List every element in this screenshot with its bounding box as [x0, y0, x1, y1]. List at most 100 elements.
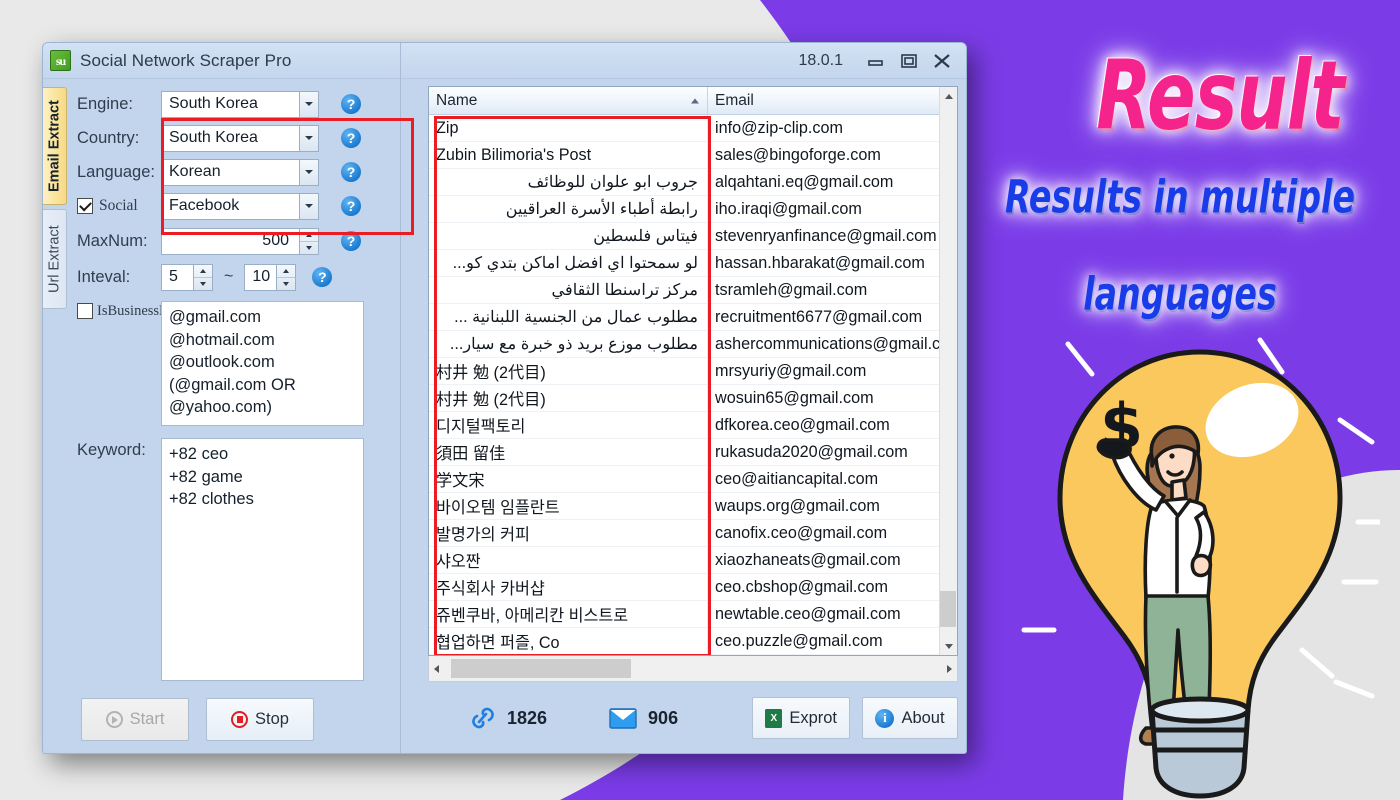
- table-row[interactable]: 바이오템 임플란트: [429, 493, 707, 520]
- country-select[interactable]: South Korea: [161, 124, 319, 152]
- table-row[interactable]: waups.org@gmail.com: [708, 493, 957, 520]
- table-row[interactable]: 村井 勉 (2代目): [429, 385, 707, 412]
- stepper-down-icon[interactable]: [194, 278, 212, 290]
- social-checkbox[interactable]: [77, 198, 93, 214]
- chevron-down-icon[interactable]: [299, 90, 319, 118]
- keyword-textarea[interactable]: +82 ceo +82 game +82 clothes: [161, 438, 364, 681]
- lightbulb-illustration: $: [1021, 337, 1380, 799]
- interval-max-stepper[interactable]: [276, 263, 297, 291]
- scroll-left-icon[interactable]: [434, 664, 439, 673]
- column-header-email[interactable]: Email: [708, 87, 957, 114]
- table-row[interactable]: ceo@aitiancapital.com: [708, 466, 957, 493]
- table-row[interactable]: xiaozhaneats@gmail.com: [708, 547, 957, 574]
- about-button-label: About: [901, 708, 945, 727]
- vertical-scroll-thumb[interactable]: [940, 591, 956, 627]
- engine-value: South Korea: [169, 95, 258, 112]
- table-row[interactable]: 学文宋: [429, 466, 707, 493]
- language-select[interactable]: Korean: [161, 158, 319, 186]
- table-row[interactable]: mrsyuriy@gmail.com: [708, 358, 957, 385]
- chevron-down-icon[interactable]: [299, 158, 319, 186]
- maxnum-input[interactable]: 500: [161, 227, 319, 255]
- engine-help-icon[interactable]: ?: [341, 94, 361, 114]
- stepper-up-icon[interactable]: [277, 265, 296, 278]
- table-row[interactable]: فيتاس فلسطين: [429, 223, 707, 250]
- table-row[interactable]: rukasuda2020@gmail.com: [708, 439, 957, 466]
- table-row[interactable]: info@zip-clip.com: [708, 115, 957, 142]
- interval-min-stepper[interactable]: [193, 263, 213, 291]
- play-icon: [105, 711, 123, 728]
- table-row[interactable]: newtable.ceo@gmail.com: [708, 601, 957, 628]
- language-value: Korean: [169, 163, 221, 180]
- stepper-down-icon[interactable]: [277, 278, 295, 290]
- grid-vertical-scrollbar[interactable]: [939, 87, 957, 655]
- table-row[interactable]: canofix.ceo@gmail.com: [708, 520, 957, 547]
- maxnum-stepper[interactable]: [299, 227, 319, 255]
- country-help-icon[interactable]: ?: [341, 128, 361, 148]
- table-row[interactable]: 쥬벤쿠바, 아메리칸 비스트로: [429, 601, 707, 628]
- horizontal-scroll-thumb[interactable]: [451, 659, 631, 678]
- scroll-down-icon[interactable]: [940, 637, 958, 655]
- table-row[interactable]: مركز تراسنطا الثقافي: [429, 277, 707, 304]
- grid-horizontal-scrollbar[interactable]: [428, 656, 958, 682]
- minimize-icon[interactable]: [859, 49, 892, 73]
- table-row[interactable]: sales@bingoforge.com: [708, 142, 957, 169]
- engine-select[interactable]: South Korea: [161, 90, 319, 118]
- stop-button-label: Stop: [255, 710, 289, 728]
- table-row[interactable]: رابطة أطباء الأسرة العراقيين: [429, 196, 707, 223]
- interval-min-input[interactable]: 5: [161, 263, 213, 291]
- export-button[interactable]: X Exprot: [752, 697, 850, 739]
- table-row[interactable]: Zip: [429, 115, 707, 142]
- social-help-icon[interactable]: ?: [341, 196, 361, 216]
- stepper-up-icon[interactable]: [300, 229, 318, 242]
- scroll-right-icon[interactable]: [947, 664, 952, 673]
- table-row[interactable]: 협업하면 퍼즐, Co: [429, 628, 707, 655]
- table-row[interactable]: ceo.puzzle@gmail.com: [708, 628, 957, 655]
- table-row[interactable]: 발명가의 커피: [429, 520, 707, 547]
- tab-email-extract[interactable]: Email Extract: [43, 87, 67, 205]
- language-help-icon[interactable]: ?: [341, 162, 361, 182]
- table-row[interactable]: alqahtani.eq@gmail.com: [708, 169, 957, 196]
- about-button[interactable]: i About: [862, 697, 958, 739]
- domain-filter-textarea[interactable]: @gmail.com @hotmail.com @outlook.com (@g…: [161, 301, 364, 426]
- table-row[interactable]: 須田 留佳: [429, 439, 707, 466]
- table-row[interactable]: جروب ابو علوان للوظائف: [429, 169, 707, 196]
- tab-url-extract[interactable]: Url Extract: [43, 209, 67, 309]
- stepper-down-icon[interactable]: [300, 242, 318, 254]
- chevron-down-icon[interactable]: [299, 192, 319, 220]
- table-row[interactable]: 주식회사 카버샵: [429, 574, 707, 601]
- interval-help-icon[interactable]: ?: [312, 267, 333, 287]
- maxnum-help-icon[interactable]: ?: [341, 231, 361, 251]
- table-row[interactable]: stevenryanfinance@gmail.com: [708, 223, 957, 250]
- stepper-up-icon[interactable]: [194, 265, 212, 278]
- table-row[interactable]: tsramleh@gmail.com: [708, 277, 957, 304]
- close-icon[interactable]: [925, 49, 958, 73]
- table-row[interactable]: iho.iraqi@gmail.com: [708, 196, 957, 223]
- start-button[interactable]: Start: [81, 698, 189, 741]
- table-row[interactable]: 디지털팩토리: [429, 412, 707, 439]
- stop-button[interactable]: Stop: [206, 698, 314, 741]
- status-footer-bar: 1826 906 X Exprot i About: [428, 695, 958, 741]
- interval-max-input[interactable]: 10: [244, 263, 297, 291]
- table-row[interactable]: hassan.hbarakat@gmail.com: [708, 250, 957, 277]
- grid-header-row: Name Email: [429, 87, 957, 115]
- table-row[interactable]: لو سمحتوا اي افضل اماكن بتدي كو...: [429, 250, 707, 277]
- table-row[interactable]: wosuin65@gmail.com: [708, 385, 957, 412]
- scroll-up-icon[interactable]: [940, 87, 958, 105]
- table-row[interactable]: dfkorea.ceo@gmail.com: [708, 412, 957, 439]
- table-row[interactable]: 村井 勉 (2代目): [429, 358, 707, 385]
- language-row: Language: Korean ?: [67, 155, 424, 189]
- isbusinessdomain-checkbox[interactable]: [77, 303, 93, 319]
- table-row[interactable]: recruitment6677@gmail.com: [708, 304, 957, 331]
- table-row[interactable]: ashercommunications@gmail.cc: [708, 331, 957, 358]
- grid-column-email: info@zip-clip.com sales@bingoforge.com alq…: [708, 115, 957, 655]
- column-header-name[interactable]: Name: [429, 87, 708, 114]
- maximize-icon[interactable]: [892, 49, 925, 73]
- table-row[interactable]: Zubin Bilimoria's Post: [429, 142, 707, 169]
- social-select[interactable]: Facebook: [161, 192, 319, 220]
- table-row[interactable]: مطلوب عمال من الجنسية اللبنانية ...: [429, 304, 707, 331]
- chevron-down-icon[interactable]: [299, 124, 319, 152]
- table-row[interactable]: مطلوب موزع بريد ذو خبرة مع سيار...: [429, 331, 707, 358]
- column-header-email-label: Email: [715, 91, 754, 109]
- table-row[interactable]: ceo.cbshop@gmail.com: [708, 574, 957, 601]
- table-row[interactable]: 샤오짠: [429, 547, 707, 574]
